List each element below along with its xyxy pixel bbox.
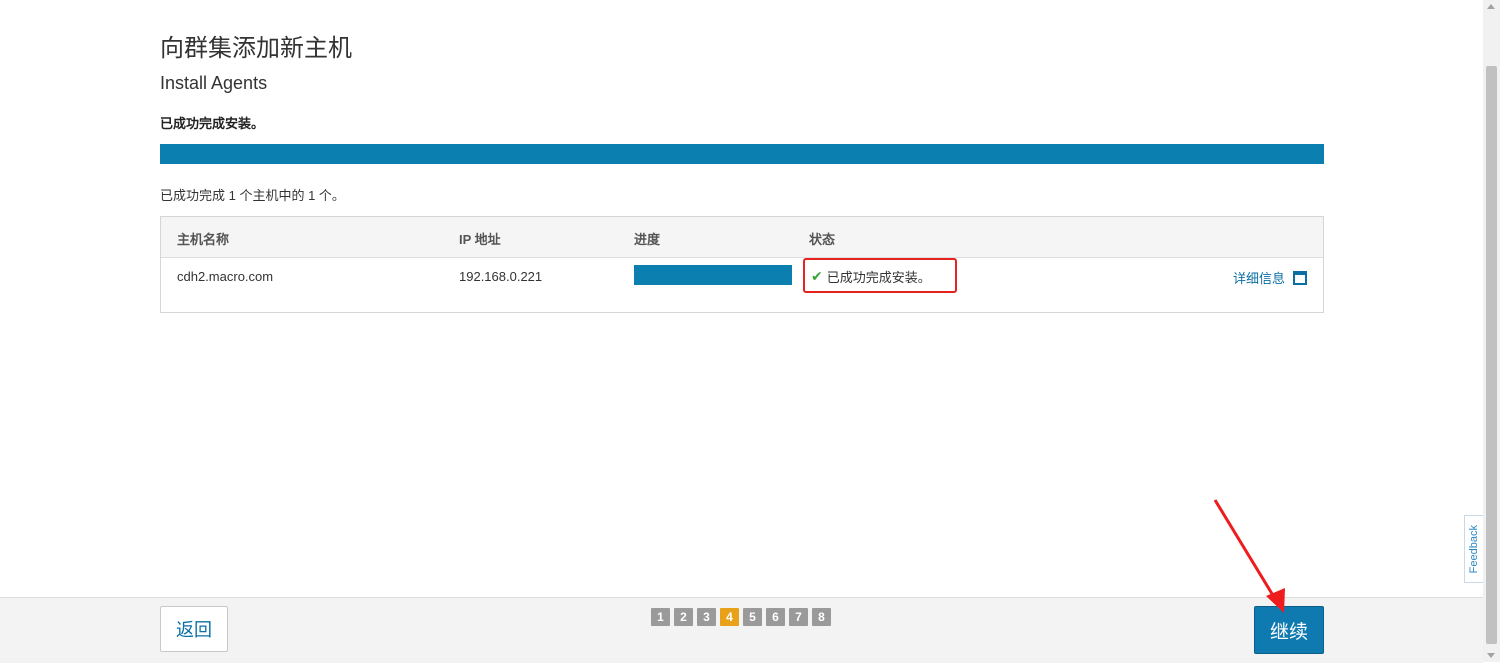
table-header: 主机名称 IP 地址 进度 状态 bbox=[161, 217, 1323, 258]
annotation-arrow bbox=[1213, 499, 1285, 613]
wizard-step-1[interactable]: 1 bbox=[651, 608, 670, 626]
back-button[interactable]: 返回 bbox=[160, 606, 228, 652]
details-link-label: 详细信息 bbox=[1232, 271, 1285, 286]
status-highlight-box: ✔ 已成功完成安装。 bbox=[803, 258, 957, 293]
table-row: cdh2.macro.com 192.168.0.221 ✔ 已成功完成安装。 … bbox=[161, 258, 1323, 312]
column-header-status: 状态 bbox=[809, 232, 836, 247]
overall-progress-fill bbox=[160, 144, 1324, 164]
host-progress-fill bbox=[634, 265, 792, 285]
annotation-arrow-line bbox=[1213, 499, 1279, 603]
wizard-step-6[interactable]: 6 bbox=[766, 608, 785, 626]
overall-progress-bar bbox=[160, 144, 1324, 164]
scrollbar-thumb[interactable] bbox=[1486, 66, 1497, 644]
column-header-progress: 进度 bbox=[634, 232, 661, 247]
check-icon: ✔ bbox=[811, 268, 823, 284]
scroll-up-arrow-icon[interactable] bbox=[1487, 4, 1495, 9]
wizard-step-3[interactable]: 3 bbox=[697, 608, 716, 626]
status-cell-text: 已成功完成安装。 bbox=[826, 270, 931, 285]
ip-cell: 192.168.0.221 bbox=[459, 269, 543, 284]
column-header-hostname: 主机名称 bbox=[177, 232, 230, 247]
wizard-step-5[interactable]: 5 bbox=[743, 608, 762, 626]
wizard-steps: 12345678 bbox=[651, 608, 831, 626]
feedback-label: Feedback bbox=[1468, 524, 1480, 574]
page-title: 向群集添加新主机 bbox=[160, 35, 352, 62]
scroll-down-arrow-icon[interactable] bbox=[1487, 653, 1495, 658]
page-subtitle: Install Agents bbox=[160, 73, 268, 93]
wizard-step-7[interactable]: 7 bbox=[789, 608, 808, 626]
status-cell: ✔ 已成功完成安装。 bbox=[811, 267, 931, 286]
column-header-ip: IP 地址 bbox=[459, 232, 501, 247]
install-status-message: 已成功完成安装。 bbox=[160, 116, 265, 131]
install-summary: 已成功完成 1 个主机中的 1 个。 bbox=[160, 188, 345, 203]
wizard-footer: 返回 12345678 继续 bbox=[0, 597, 1483, 663]
details-link[interactable]: 详细信息 bbox=[1233, 268, 1307, 287]
feedback-tab[interactable]: Feedback bbox=[1464, 515, 1483, 583]
hostname-cell: cdh2.macro.com bbox=[177, 269, 274, 284]
wizard-step-8[interactable]: 8 bbox=[812, 608, 831, 626]
wizard-step-2[interactable]: 2 bbox=[674, 608, 693, 626]
hosts-table: 主机名称 IP 地址 进度 状态 cdh2.macro.com 192.168.… bbox=[160, 216, 1324, 313]
window-icon bbox=[1293, 270, 1307, 285]
continue-button[interactable]: 继续 bbox=[1254, 606, 1324, 654]
vertical-scrollbar[interactable] bbox=[1483, 0, 1500, 662]
wizard-step-4[interactable]: 4 bbox=[720, 608, 739, 626]
host-progress-bar bbox=[634, 265, 792, 285]
